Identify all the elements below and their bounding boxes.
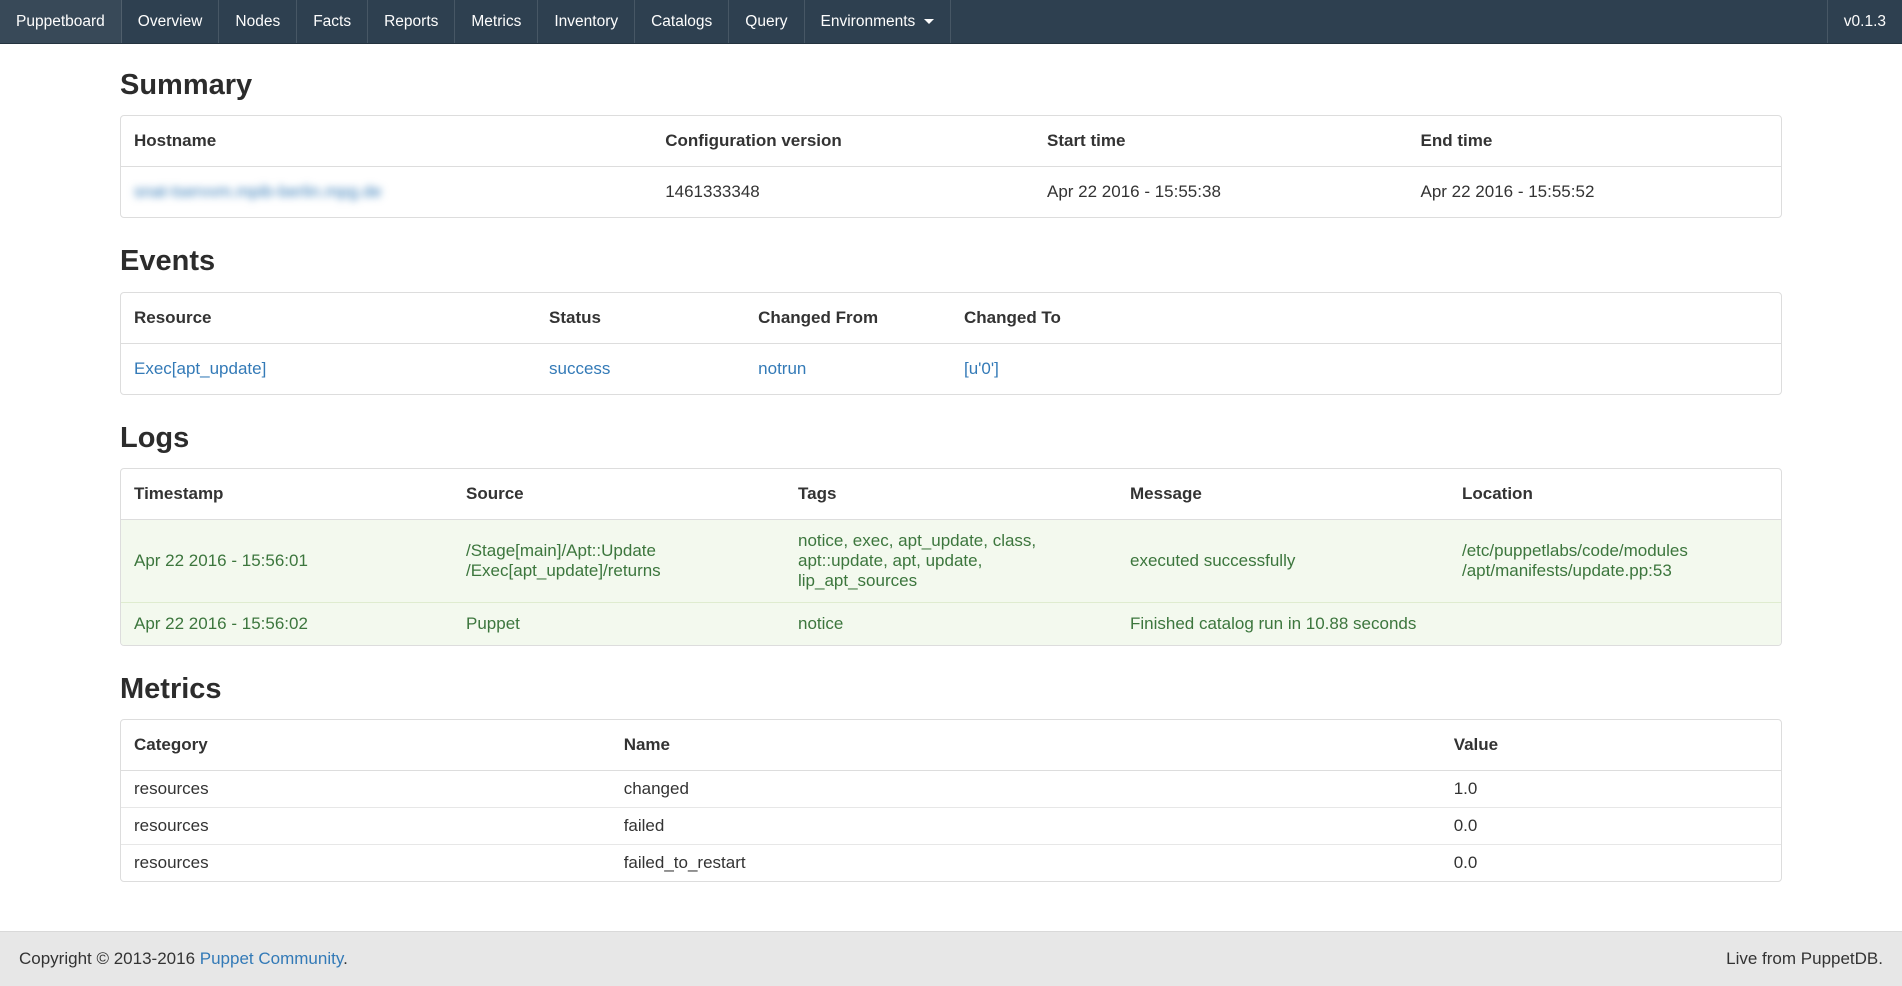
log-row: Apr 22 2016 - 15:56:01 /Stage[main]/Apt:…: [121, 520, 1781, 603]
event-changed-from-link[interactable]: notrun: [758, 359, 806, 378]
metric-value: 0.0: [1441, 845, 1781, 882]
nav-item-metrics[interactable]: Metrics: [455, 0, 538, 43]
summary-row: snat-tservvm.mpib-berlin.mpg.de 14613333…: [121, 167, 1781, 218]
log-location: [1449, 603, 1781, 646]
log-message: executed successfully: [1117, 520, 1449, 603]
metric-value: 0.0: [1441, 808, 1781, 845]
events-col-status: Status: [536, 293, 745, 344]
summary-col-hostname: Hostname: [121, 116, 652, 167]
metrics-panel: Category Name Value resources changed 1.…: [120, 719, 1782, 882]
environments-label: Environments: [821, 13, 916, 31]
metric-row: resources failed_to_restart 0.0: [121, 845, 1781, 882]
event-resource-link[interactable]: Exec[apt_update]: [134, 359, 266, 378]
footer-source-text: Live from PuppetDB.: [1726, 949, 1883, 969]
metric-name: failed_to_restart: [611, 845, 1441, 882]
metric-name: failed: [611, 808, 1441, 845]
nav-item-nodes[interactable]: Nodes: [219, 0, 297, 43]
nav-item-catalogs[interactable]: Catalogs: [635, 0, 729, 43]
logs-heading: Logs: [120, 422, 1782, 455]
events-col-resource: Resource: [121, 293, 536, 344]
summary-col-start-time: Start time: [1034, 116, 1408, 167]
summary-col-end-time: End time: [1407, 116, 1781, 167]
log-location: /etc/puppetlabs/code/modules /apt/manife…: [1449, 520, 1781, 603]
log-timestamp: Apr 22 2016 - 15:56:01: [121, 520, 453, 603]
metrics-col-value: Value: [1441, 720, 1781, 771]
log-source: /Stage[main]/Apt::Update /Exec[apt_updat…: [453, 520, 785, 603]
events-col-changed-to: Changed To: [951, 293, 1781, 344]
nav-item-query[interactable]: Query: [729, 0, 804, 43]
metric-name: changed: [611, 771, 1441, 808]
event-row: Exec[apt_update] success notrun [u'0']: [121, 343, 1781, 394]
nav-brand-puppetboard[interactable]: Puppetboard: [0, 0, 122, 43]
nav-item-inventory[interactable]: Inventory: [538, 0, 635, 43]
nav-item-facts[interactable]: Facts: [297, 0, 368, 43]
hostname-link[interactable]: snat-tservvm.mpib-berlin.mpg.de: [134, 182, 382, 201]
metric-category: resources: [121, 771, 611, 808]
logs-table: Timestamp Source Tags Message Location A…: [121, 469, 1781, 645]
summary-col-config-version: Configuration version: [652, 116, 1034, 167]
metric-value: 1.0: [1441, 771, 1781, 808]
summary-panel: Hostname Configuration version Start tim…: [120, 115, 1782, 218]
footer: Copyright © 2013-2016 Puppet Community. …: [0, 931, 1902, 986]
navbar-right: v0.1.3: [1827, 0, 1902, 43]
start-time-cell: Apr 22 2016 - 15:55:38: [1034, 167, 1408, 218]
summary-table: Hostname Configuration version Start tim…: [121, 116, 1781, 217]
nav-item-overview[interactable]: Overview: [122, 0, 220, 43]
log-message: Finished catalog run in 10.88 seconds: [1117, 603, 1449, 646]
logs-col-message: Message: [1117, 469, 1449, 520]
events-table: Resource Status Changed From Changed To …: [121, 293, 1781, 394]
metric-row: resources failed 0.0: [121, 808, 1781, 845]
nav-dropdown-environments[interactable]: Environments: [805, 0, 952, 43]
metric-category: resources: [121, 808, 611, 845]
navbar: Puppetboard Overview Nodes Facts Reports…: [0, 0, 1902, 44]
footer-copyright: Copyright © 2013-2016 Puppet Community.: [19, 949, 348, 969]
nav-item-reports[interactable]: Reports: [368, 0, 455, 43]
summary-header-row: Hostname Configuration version Start tim…: [121, 116, 1781, 167]
metrics-heading: Metrics: [120, 673, 1782, 706]
chevron-down-icon: [924, 19, 934, 24]
events-header-row: Resource Status Changed From Changed To: [121, 293, 1781, 344]
logs-panel: Timestamp Source Tags Message Location A…: [120, 468, 1782, 646]
logs-header-row: Timestamp Source Tags Message Location: [121, 469, 1781, 520]
log-tags: notice, exec, apt_update, class, apt::up…: [785, 520, 1117, 603]
config-version-cell: 1461333348: [652, 167, 1034, 218]
end-time-cell: Apr 22 2016 - 15:55:52: [1407, 167, 1781, 218]
metrics-header-row: Category Name Value: [121, 720, 1781, 771]
metrics-table: Category Name Value resources changed 1.…: [121, 720, 1781, 881]
copyright-period: .: [343, 949, 348, 968]
events-heading: Events: [120, 245, 1782, 278]
app-version-badge: v0.1.3: [1827, 0, 1902, 43]
logs-col-tags: Tags: [785, 469, 1117, 520]
metric-row: resources changed 1.0: [121, 771, 1781, 808]
metric-category: resources: [121, 845, 611, 882]
puppet-community-link[interactable]: Puppet Community: [200, 949, 343, 968]
log-timestamp: Apr 22 2016 - 15:56:02: [121, 603, 453, 646]
copyright-text: Copyright © 2013-2016: [19, 949, 200, 968]
events-col-changed-from: Changed From: [745, 293, 951, 344]
log-tags: notice: [785, 603, 1117, 646]
events-panel: Resource Status Changed From Changed To …: [120, 292, 1782, 395]
log-source: Puppet: [453, 603, 785, 646]
metrics-col-name: Name: [611, 720, 1441, 771]
metrics-col-category: Category: [121, 720, 611, 771]
event-changed-to-link[interactable]: [u'0']: [964, 359, 999, 378]
logs-col-location: Location: [1449, 469, 1781, 520]
log-row: Apr 22 2016 - 15:56:02 Puppet notice Fin…: [121, 603, 1781, 646]
event-status-link[interactable]: success: [549, 359, 610, 378]
logs-col-source: Source: [453, 469, 785, 520]
summary-heading: Summary: [120, 69, 1782, 102]
main-content: Summary Hostname Configuration version S…: [120, 69, 1782, 882]
logs-col-timestamp: Timestamp: [121, 469, 453, 520]
